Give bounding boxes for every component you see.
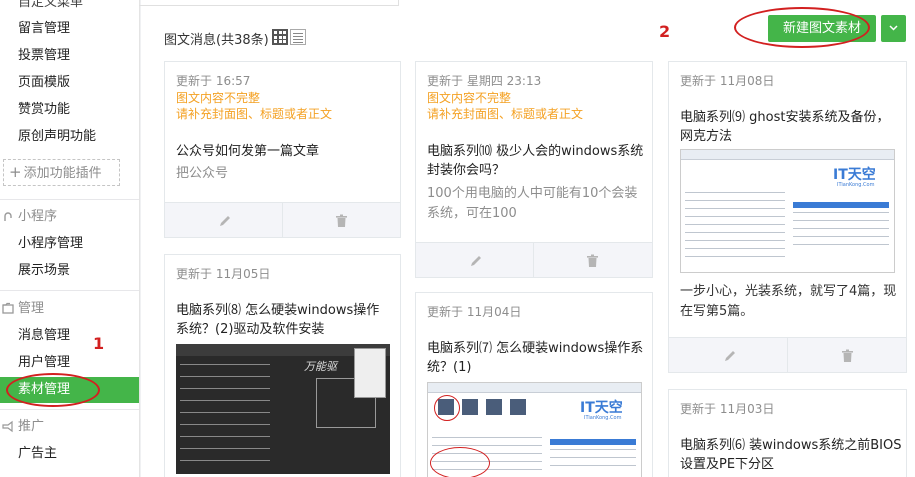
card-desc: 一步小心，光装系统，就写了4篇，现在写第5篇。 <box>680 284 897 319</box>
sidebar-item-custom-menu[interactable]: 自定义菜单 <box>0 0 139 16</box>
folder-icon <box>2 302 14 314</box>
megaphone-icon <box>2 420 13 433</box>
sidebar-item-original[interactable]: 原创声明功能 <box>0 124 139 150</box>
annotation-circle-materials <box>6 373 100 407</box>
thumb-logo-sub: ITianKong.Com <box>584 415 622 421</box>
article-cover-image: IT天空 ITianKong.Com <box>680 149 895 273</box>
sidebar-section-manage: 管理 <box>0 297 139 321</box>
thumb-logo: IT天空 <box>580 400 623 416</box>
thumb-logo: IT天空 <box>833 167 876 183</box>
sidebar-item-display-scene[interactable]: 展示场景 <box>0 258 139 284</box>
sidebar-section-promotion: 推广 <box>0 415 139 439</box>
trash-icon <box>335 214 347 227</box>
sidebar-section-label: 管理 <box>18 301 45 316</box>
annotation-number-1: 1 <box>93 334 105 353</box>
annotation-number-2: 2 <box>659 22 671 41</box>
sidebar-item-users[interactable]: 用户管理 <box>0 350 139 376</box>
thumb-logo-sub: ITianKong.Com <box>837 182 875 188</box>
add-plugin-button[interactable]: + 添加功能插件 <box>3 159 120 186</box>
card-actions <box>165 202 401 237</box>
article-card[interactable]: 更新于 11月04日 电脑系列⑺ 怎么硬装windows操作系统？(1) IT天… <box>415 292 653 477</box>
annotation-circle-new-button <box>734 7 870 48</box>
sidebar-item-miniprogram-manage[interactable]: 小程序管理 <box>0 231 139 257</box>
article-card[interactable]: 更新于 16:57 图文内容不完整 请补充封面图、标题或者正文 公众号如何发第一… <box>164 61 401 238</box>
card-actions <box>416 242 652 277</box>
article-card[interactable]: 更新于 11月03日 电脑系列⑹ 装windows系统之前BIOS设置及PE下分… <box>668 389 907 477</box>
card-updated-time: 更新于 11月03日 <box>680 402 775 416</box>
sidebar-divider <box>0 409 139 410</box>
add-plugin-label: 添加功能插件 <box>23 166 102 181</box>
card-title: 电脑系列⑹ 装windows系统之前BIOS设置及PE下分区 <box>680 438 902 472</box>
card-desc: 100个用电脑的人中可能有10个会装系统，可在100 <box>427 186 638 221</box>
edit-button[interactable] <box>669 338 788 372</box>
pencil-icon <box>220 216 230 226</box>
card-updated-time: 更新于 星期四 23:13 <box>427 74 542 88</box>
card-title: 电脑系列⑺ 怎么硬装windows操作系统？(1) <box>427 341 644 375</box>
edit-button[interactable] <box>165 203 283 237</box>
sidebar-divider <box>0 199 139 200</box>
sidebar-item-reward[interactable]: 赞赏功能 <box>0 97 139 123</box>
view-toggle <box>272 29 306 45</box>
sidebar-divider <box>0 290 139 291</box>
delete-button[interactable] <box>534 243 652 277</box>
sidebar-section-miniprogram: 小程序 <box>0 205 139 229</box>
pencil-icon <box>471 256 481 266</box>
plus-icon: + <box>9 163 22 181</box>
article-card[interactable]: 更新于 星期四 23:13 图文内容不完整 请补充封面图、标题或者正文 电脑系列… <box>415 61 653 278</box>
sidebar-item-votes[interactable]: 投票管理 <box>0 43 139 69</box>
card-warning-detail: 请补充封面图、标题或者正文 <box>427 107 584 121</box>
sidebar-item-page-templates[interactable]: 页面模版 <box>0 70 139 96</box>
trash-icon <box>841 349 853 362</box>
card-updated-time: 更新于 16:57 <box>176 74 251 88</box>
delete-button[interactable] <box>283 203 401 237</box>
card-actions <box>669 337 907 372</box>
chevron-down-icon <box>889 25 898 31</box>
sidebar-section-label: 推广 <box>18 419 45 434</box>
list-icon[interactable] <box>290 29 306 45</box>
miniprogram-icon <box>4 212 12 221</box>
card-updated-time: 更新于 11月08日 <box>680 74 775 88</box>
card-warning-detail: 请补充封面图、标题或者正文 <box>176 107 333 121</box>
card-updated-time: 更新于 11月04日 <box>427 305 522 319</box>
card-title: 电脑系列⑻ 怎么硬装windows操作系统？(2)驱动及软件安装 <box>176 303 380 337</box>
card-title: 电脑系列⑽ 极少人会的windows系统封装你会吗？ <box>427 144 644 178</box>
article-cover-image: 万能驱 <box>176 344 390 474</box>
delete-button[interactable] <box>788 338 907 372</box>
pencil-icon <box>725 351 735 361</box>
sidebar-item-advertiser[interactable]: 广告主 <box>0 441 139 467</box>
grid-icon[interactable] <box>272 29 288 45</box>
sidebar-item-messages[interactable]: 消息管理 <box>0 323 139 349</box>
card-desc: 把公众号 <box>176 166 229 181</box>
card-title: 电脑系列⑼ ghost安装系统及备份，网克方法 <box>680 110 890 144</box>
card-warning: 图文内容不完整 <box>427 91 512 105</box>
article-card[interactable]: 更新于 11月08日 电脑系列⑼ ghost安装系统及备份，网克方法 IT天空 … <box>668 61 907 373</box>
dropdown-button[interactable] <box>881 15 906 42</box>
card-title: 公众号如何发第一篇文章 <box>176 144 320 159</box>
trash-icon <box>587 254 598 267</box>
thumb-dark-text: 万能驱 <box>304 360 337 373</box>
card-updated-time: 更新于 11月05日 <box>176 267 271 281</box>
sidebar-section-label: 小程序 <box>18 209 58 224</box>
card-warning: 图文内容不完整 <box>176 91 261 105</box>
article-card[interactable]: 更新于 11月05日 电脑系列⑻ 怎么硬装windows操作系统？(2)驱动及软… <box>164 254 401 477</box>
list-title: 图文消息(共38条) <box>164 33 269 48</box>
edit-button[interactable] <box>416 243 534 277</box>
sidebar-item-comments[interactable]: 留言管理 <box>0 16 139 42</box>
top-panel-edge <box>139 0 399 6</box>
article-cover-image: IT天空 ITianKong.Com <box>427 382 642 477</box>
